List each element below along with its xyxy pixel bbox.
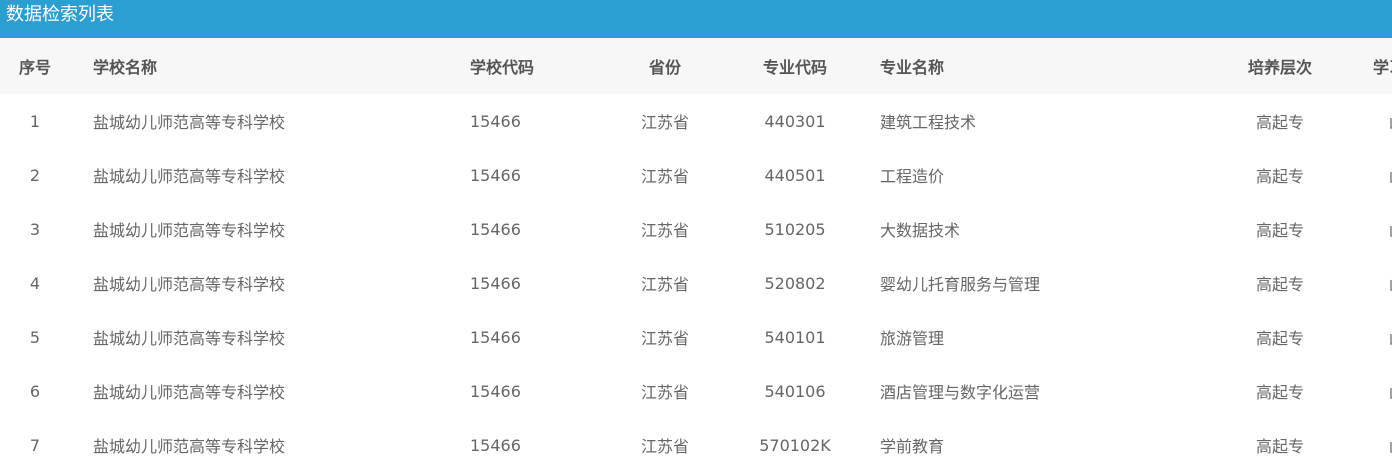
cell-school-code: 15466: [470, 273, 521, 293]
cell-level: 高起专: [1255, 167, 1304, 186]
cell-seq: 5: [29, 327, 41, 347]
cell-seq: 1: [29, 111, 41, 131]
cell-major-code: 440301: [764, 111, 826, 131]
cell-school-name: 盐城幼儿师范高等专科学校: [93, 383, 286, 402]
cell-seq: 6: [29, 381, 41, 401]
cell-school-code: 15466: [470, 435, 521, 455]
table-row: 5 盐城幼儿师范高等专科学校 15466 江苏省 540101 旅游管理 高起专 函授: [0, 310, 1392, 364]
data-table: 序号 学校名称 学校代码 省份 专业代码 专业名称 培养层次 学习形式 1 盐城幼…: [0, 38, 1392, 468]
column-header-school-code: 学校代码: [470, 58, 535, 77]
column-header-school: 学校名称: [93, 58, 158, 77]
cell-major-code: 540106: [764, 381, 826, 401]
cell-school-name: 盐城幼儿师范高等专科学校: [93, 275, 286, 294]
column-header-level: 培养层次: [1247, 58, 1312, 77]
page-title: 数据检索列表: [0, 0, 1392, 38]
cell-study-mode: 函授: [1350, 94, 1392, 148]
cell-province: 江苏省: [640, 437, 689, 456]
cell-school-name: 盐城幼儿师范高等专科学校: [93, 329, 286, 348]
cell-school-code: 15466: [470, 219, 521, 239]
table-row: 2 盐城幼儿师范高等专科学校 15466 江苏省 440501 工程造价 高起专 函授: [0, 148, 1392, 202]
cell-school-code: 15466: [470, 381, 521, 401]
table-header-row: 序号 学校名称 学校代码 省份 专业代码 专业名称 培养层次 学习形式: [0, 38, 1392, 94]
cell-province: 江苏省: [640, 383, 689, 402]
table-row: 3 盐城幼儿师范高等专科学校 15466 江苏省 510205 大数据技术 高起专 函授: [0, 202, 1392, 256]
cell-major-name: 学前教育: [880, 437, 945, 456]
cell-school-code: 15466: [470, 165, 521, 185]
table-body: 1盐城幼儿师范高等专科学校15466江苏省440301建筑工程技术高起专函授2盐…: [0, 94, 1392, 468]
cell-major-code: 570102K: [759, 435, 831, 455]
cell-province: 江苏省: [640, 221, 689, 240]
cell-major-name: 建筑工程技术: [880, 113, 977, 132]
cell-major-code: 440501: [764, 165, 826, 185]
cell-school-name: 盐城幼儿师范高等专科学校: [93, 437, 286, 456]
cell-study-mode: 函授: [1350, 148, 1392, 202]
cell-major-name: 酒店管理与数字化运营: [880, 383, 1041, 402]
cell-major-code: 540101: [764, 327, 826, 347]
column-header-study-mode: 学习形式: [1372, 58, 1392, 77]
cell-school-code: 15466: [470, 327, 521, 347]
cell-level: 高起专: [1255, 275, 1304, 294]
column-header-seq: 序号: [18, 58, 51, 77]
table-row: 6 盐城幼儿师范高等专科学校 15466 江苏省 540106 酒店管理与数字化运营 高起专…: [0, 364, 1392, 418]
column-header-province: 省份: [648, 58, 681, 77]
cell-major-name: 工程造价: [880, 167, 945, 186]
table-row: 7 盐城幼儿师范高等专科学校 15466 江苏省 570102K 学前教育 高起专 函授: [0, 418, 1392, 468]
cell-major-code: 510205: [764, 219, 826, 239]
cell-level: 高起专: [1255, 437, 1304, 456]
cell-school-name: 盐城幼儿师范高等专科学校: [93, 167, 286, 186]
cell-province: 江苏省: [640, 167, 689, 186]
column-header-major-code: 专业代码: [762, 58, 827, 77]
cell-level: 高起专: [1255, 221, 1304, 240]
cell-seq: 7: [29, 435, 41, 455]
cell-level: 高起专: [1255, 113, 1304, 132]
cell-school-name: 盐城幼儿师范高等专科学校: [93, 113, 286, 132]
cell-seq: 3: [29, 219, 41, 239]
cell-study-mode: 函授: [1350, 364, 1392, 418]
cell-study-mode: 函授: [1350, 256, 1392, 310]
cell-province: 江苏省: [640, 113, 689, 132]
cell-study-mode: 函授: [1350, 202, 1392, 256]
cell-major-name: 大数据技术: [880, 221, 961, 240]
cell-major-name: 婴幼儿托育服务与管理: [880, 275, 1041, 294]
column-header-major-name: 专业名称: [880, 58, 945, 77]
cell-study-mode: 函授: [1350, 418, 1392, 468]
cell-major-name: 旅游管理: [880, 329, 945, 348]
cell-school-code: 15466: [470, 111, 521, 131]
cell-major-code: 520802: [764, 273, 826, 293]
cell-province: 江苏省: [640, 275, 689, 294]
cell-seq: 2: [29, 165, 41, 185]
cell-study-mode: 函授: [1350, 310, 1392, 364]
cell-level: 高起专: [1255, 383, 1304, 402]
cell-province: 江苏省: [640, 329, 689, 348]
table-row: 4 盐城幼儿师范高等专科学校 15466 江苏省 520802 婴幼儿托育服务与管理 高起专…: [0, 256, 1392, 310]
cell-school-name: 盐城幼儿师范高等专科学校: [93, 221, 286, 240]
cell-level: 高起专: [1255, 329, 1304, 348]
cell-seq: 4: [29, 273, 41, 293]
table-row: 1 盐城幼儿师范高等专科学校 15466 江苏省 440301 建筑工程技术 高起专 函授: [0, 94, 1392, 148]
